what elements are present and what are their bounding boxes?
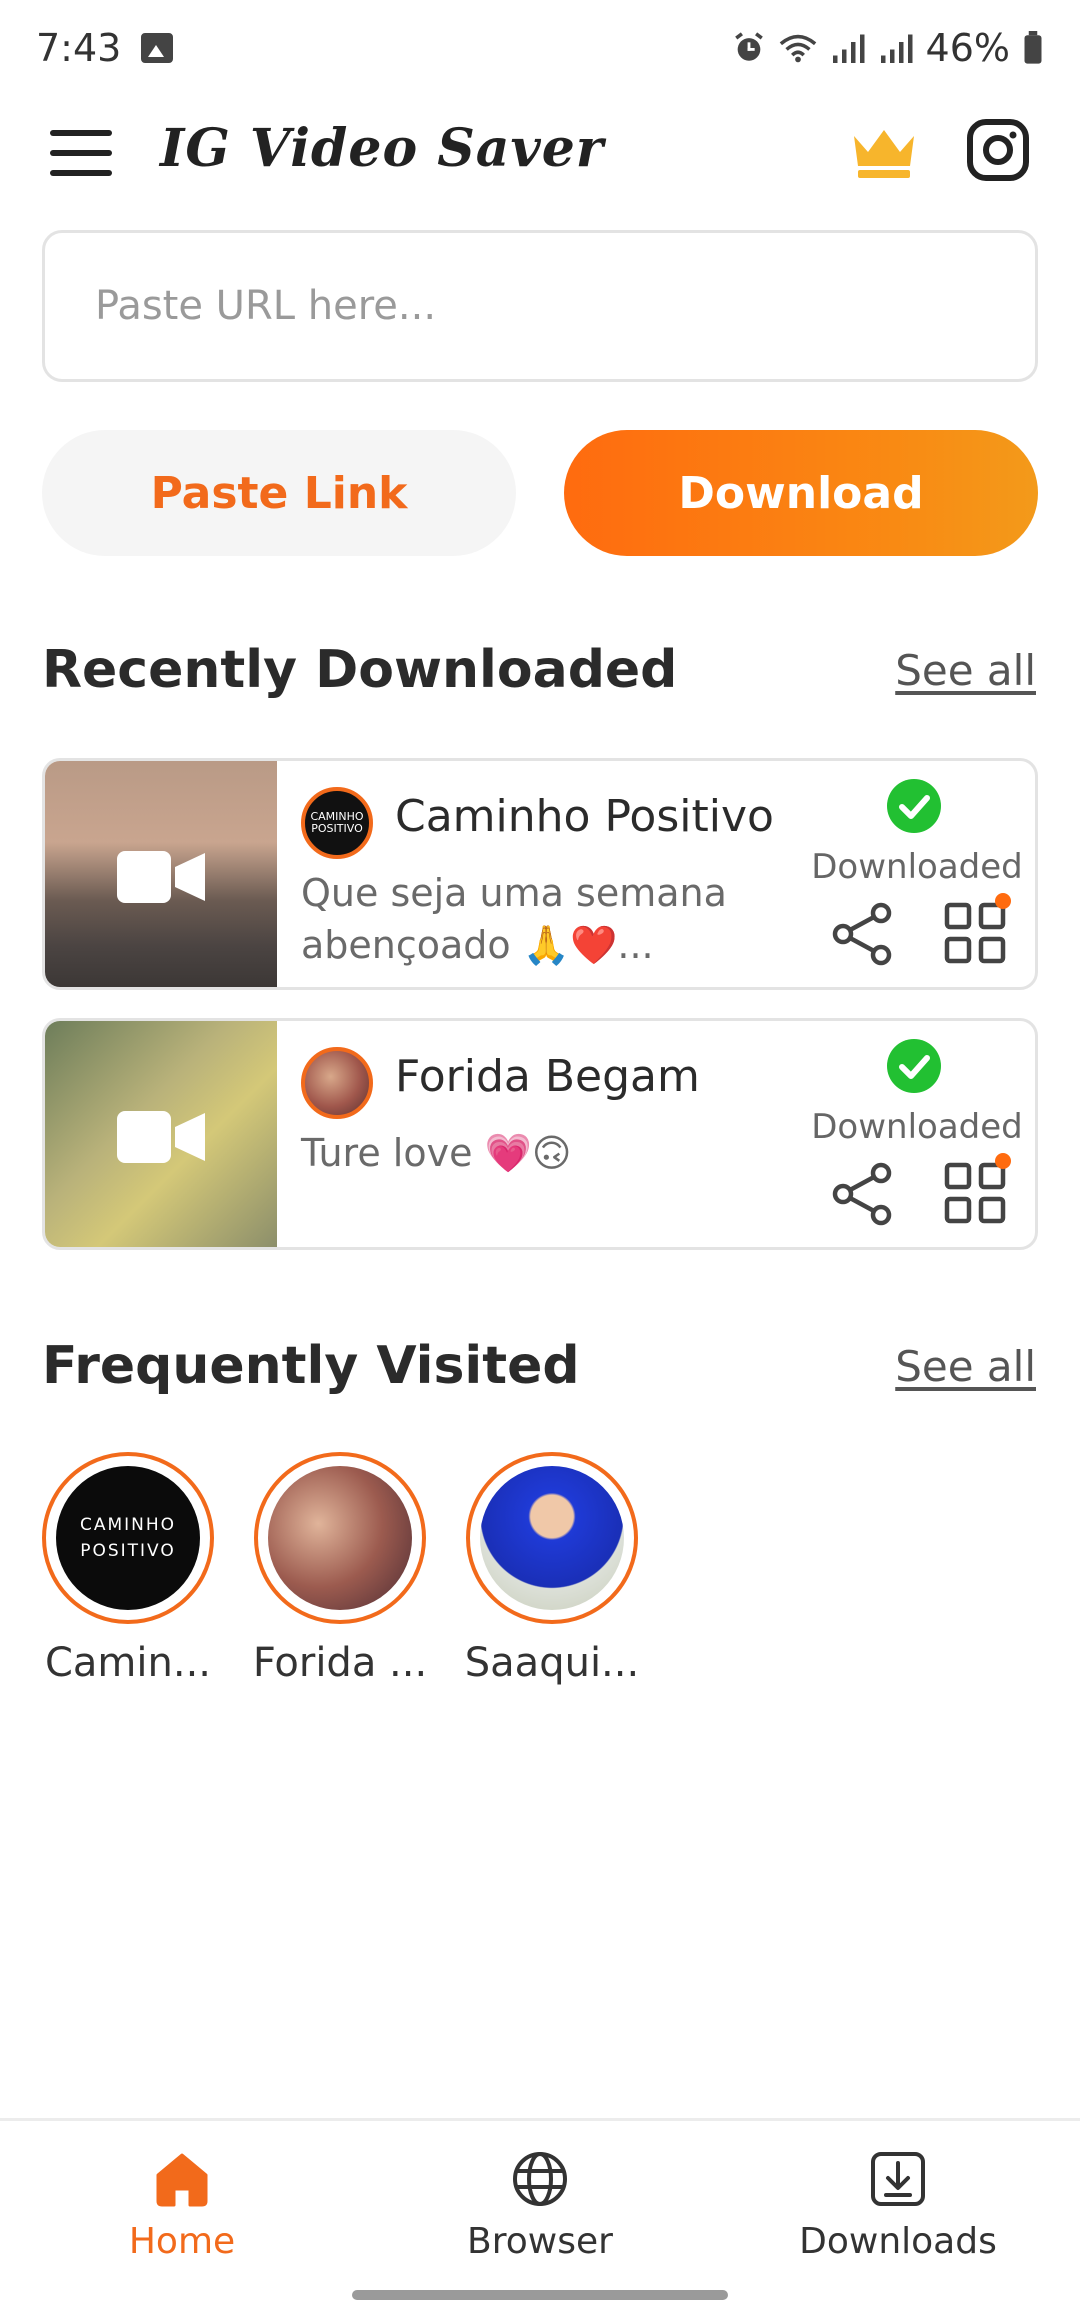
alarm-icon: [734, 32, 763, 61]
url-input-container: [42, 230, 1038, 382]
wifi-icon: [779, 34, 816, 63]
nav-item-home[interactable]: Home: [62, 2149, 302, 2262]
frequent-profile[interactable]: Saaqui...: [465, 1452, 639, 1686]
download-card[interactable]: CAMINHO POSITIVO Caminho Positivo Que sej…: [42, 758, 1038, 990]
card-username: Caminho Positivo: [395, 791, 774, 842]
video-camera-icon: [117, 1111, 205, 1163]
instagram-icon[interactable]: [966, 118, 1030, 182]
profile-photo: [480, 1466, 624, 1610]
avatar[interactable]: [466, 1452, 638, 1624]
signal-icon: [832, 34, 865, 63]
menu-icon[interactable]: [50, 130, 112, 176]
logo-line: POSITIVO: [80, 1541, 176, 1561]
battery-icon: [1024, 31, 1042, 64]
battery-percent: 46%: [925, 26, 1010, 70]
avatar: [301, 1047, 373, 1119]
check-circle-icon: [887, 1039, 941, 1093]
download-button[interactable]: Download: [564, 430, 1038, 556]
recently-downloaded-see-all-link[interactable]: See all: [895, 646, 1036, 695]
avatar[interactable]: [254, 1452, 426, 1624]
card-caption: Ture love 💗🙃: [301, 1131, 572, 1175]
logo-line: CAMINHO: [79, 1515, 177, 1535]
video-thumbnail[interactable]: [45, 761, 277, 987]
status-bar: 7:43 46%: [0, 0, 1080, 96]
profile-logo: CAMINHO POSITIVO: [56, 1466, 200, 1610]
status-time: 7:43: [36, 26, 122, 70]
nav-item-downloads[interactable]: Downloads: [778, 2149, 1018, 2262]
download-status: Downloaded: [811, 1107, 1023, 1147]
download-status: Downloaded: [811, 847, 1023, 887]
bottom-navigation: Home Browser Downloads: [0, 2118, 1080, 2316]
globe-icon: [513, 2152, 567, 2206]
frequently-visited-see-all-link[interactable]: See all: [895, 1342, 1036, 1391]
avatar: CAMINHO POSITIVO: [301, 787, 373, 859]
nav-item-browser[interactable]: Browser: [420, 2149, 660, 2262]
app-title: IG Video Saver: [160, 118, 605, 179]
share-icon[interactable]: [831, 1161, 895, 1227]
profile-label: Camin...: [44, 1640, 211, 1686]
frequent-profile[interactable]: CAMINHO POSITIVO Camin...: [42, 1452, 214, 1686]
app-bar: IG Video Saver: [0, 100, 1080, 210]
share-icon[interactable]: [831, 901, 895, 967]
avatar-logo-text: CAMINHO POSITIVO: [310, 810, 364, 835]
download-box-icon: [871, 2152, 925, 2206]
paste-link-button[interactable]: Paste Link: [42, 430, 516, 556]
frequent-profile[interactable]: Forida ...: [253, 1452, 427, 1686]
grid-icon[interactable]: [943, 1161, 1007, 1225]
notification-dot: [995, 1153, 1011, 1169]
profile-photo: [268, 1466, 412, 1610]
gallery-icon: [141, 33, 174, 63]
signal-icon-2: [880, 34, 913, 63]
nav-label: Browser: [467, 2221, 613, 2262]
download-card[interactable]: Forida Begam Ture love 💗🙃 Downloaded: [42, 1018, 1038, 1250]
nav-label: Downloads: [799, 2221, 997, 2262]
home-indicator[interactable]: [352, 2290, 728, 2300]
video-thumbnail[interactable]: [45, 1021, 277, 1247]
profile-label: Saaqui...: [464, 1640, 640, 1686]
video-camera-icon: [117, 851, 205, 903]
frequently-visited-title: Frequently Visited: [42, 1336, 580, 1396]
home-icon: [156, 2153, 208, 2207]
nav-label: Home: [128, 2221, 236, 2262]
avatar[interactable]: CAMINHO POSITIVO: [42, 1452, 214, 1624]
crown-icon[interactable]: [848, 122, 920, 182]
profile-label: Forida ...: [252, 1640, 428, 1686]
check-circle-icon: [887, 779, 941, 833]
recently-downloaded-title: Recently Downloaded: [42, 640, 678, 700]
card-username: Forida Begam: [395, 1051, 700, 1102]
notification-dot: [995, 893, 1011, 909]
grid-icon[interactable]: [943, 901, 1007, 965]
url-input[interactable]: [45, 233, 1035, 379]
card-caption: Que seja uma semana abençoado 🙏❤️...: [301, 871, 727, 967]
